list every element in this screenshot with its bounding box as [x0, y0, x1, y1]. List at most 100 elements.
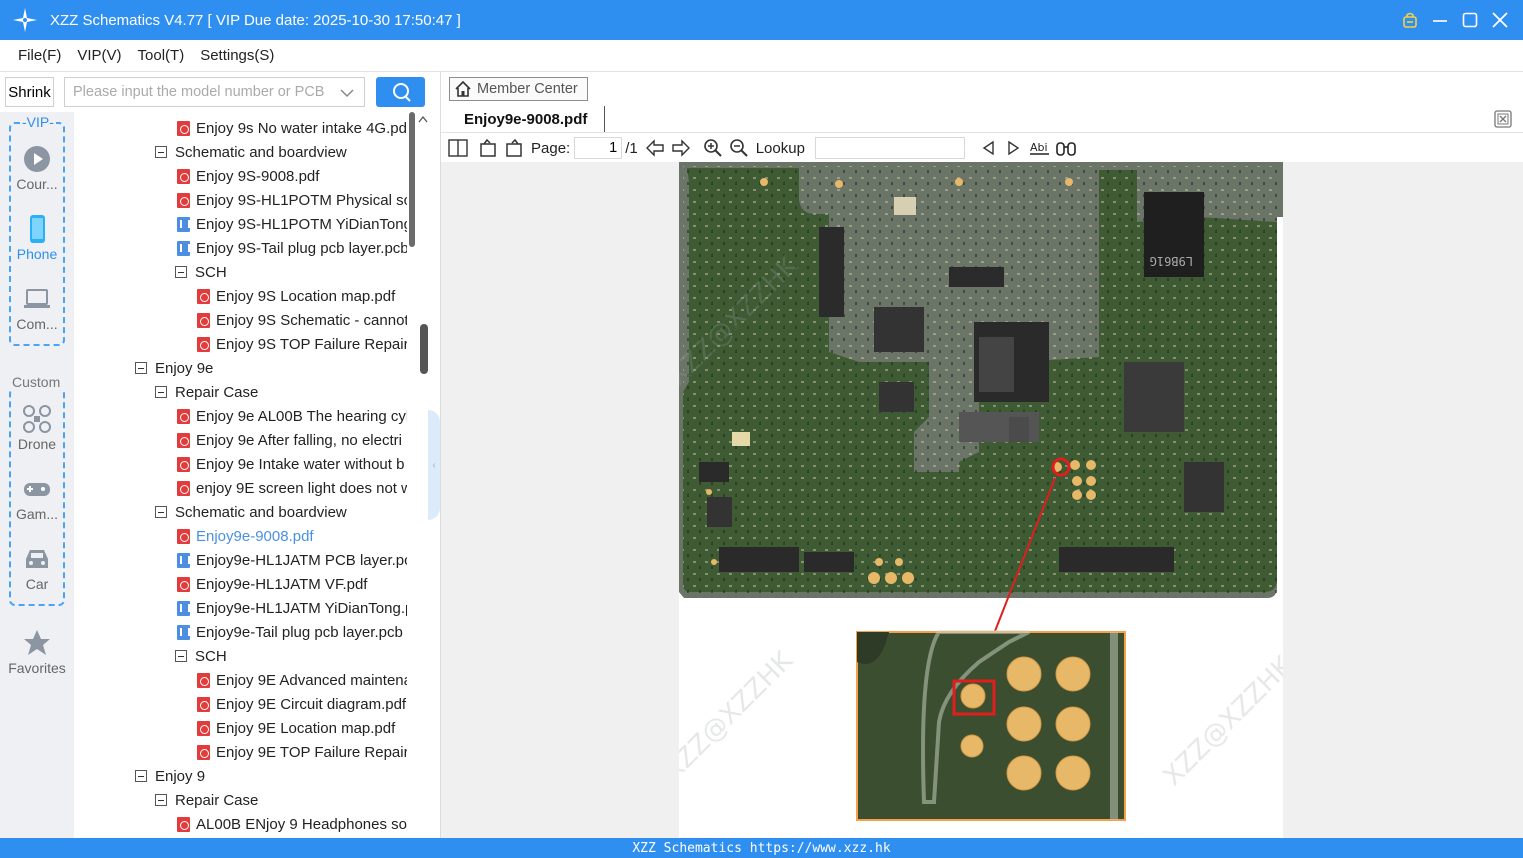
pdf-viewer[interactable]: L9B61G XZZ@XZZHK XZZ@XZZHK XZZ@XZZHK	[441, 162, 1523, 838]
close-button[interactable]	[1491, 11, 1509, 29]
shrink-button[interactable]: Shrink	[5, 77, 54, 107]
rotate-right-icon[interactable]	[501, 136, 527, 160]
file-tree[interactable]: Enjoy 9s No water intake 4G.pdf Schematic…	[75, 112, 407, 838]
chevron-down-icon[interactable]	[340, 86, 354, 102]
tree-file-item[interactable]: Enjoy 9S TOP Failure Repair	[197, 332, 407, 356]
find-prev-icon[interactable]	[975, 136, 1001, 160]
tree-folder-item[interactable]: Enjoy 9	[135, 764, 205, 788]
pdf-file-icon	[177, 816, 190, 832]
collapse-toggle-icon[interactable]	[155, 386, 167, 398]
tree-folder-item[interactable]: Schematic and boardview	[155, 140, 347, 164]
minimize-button[interactable]	[1431, 11, 1449, 29]
tree-file-item[interactable]: Enjoy9e-HL1JATM VF.pdf	[177, 572, 367, 596]
tree-file-item[interactable]: Enjoy9e-9008.pdf	[177, 524, 314, 548]
pcb-file-icon	[177, 240, 190, 256]
rail-item-label: Drone	[17, 436, 57, 452]
pdf-file-icon	[197, 288, 210, 304]
tree-item-label: Enjoy 9	[155, 767, 206, 785]
watermark-text: XZZ@XZZHK	[679, 645, 799, 787]
menu-bar: File(F) VIP(V) Tool(T) Settings(S)	[0, 40, 1523, 72]
zoom-out-icon[interactable]	[726, 136, 752, 160]
pdf-file-icon	[177, 432, 190, 448]
tree-folder-item[interactable]: SCH	[175, 260, 227, 284]
rail-item-game[interactable]: Gam...	[0, 474, 74, 522]
next-page-icon[interactable]	[668, 136, 694, 160]
tree-file-item[interactable]: Enjoy 9S Location map.pdf	[197, 284, 395, 308]
tree-item-label: Enjoy 9e Intake water without b	[196, 455, 405, 473]
tree-file-item[interactable]: Enjoy 9E Advanced maintena	[197, 668, 407, 692]
tree-scroll-thumb[interactable]	[409, 112, 415, 247]
tree-file-item[interactable]: Enjoy 9s No water intake 4G.pdf	[177, 116, 407, 140]
title-bar[interactable]: XZZ Schematics V4.77 [ VIP Due date: 202…	[0, 0, 1523, 40]
collapse-panel-button[interactable]: ‹	[428, 410, 440, 520]
menu-tool[interactable]: Tool(T)	[130, 47, 193, 64]
tree-file-item[interactable]: Enjoy 9S-HL1POTM YiDianTong	[177, 212, 407, 236]
rail-item-label: Favorites	[8, 660, 66, 676]
tree-scrollbar[interactable]	[408, 112, 416, 838]
rotate-left-icon[interactable]	[475, 136, 501, 160]
menu-vip[interactable]: VIP(V)	[69, 47, 129, 64]
tree-folder-item[interactable]: Schematic and boardview	[155, 500, 347, 524]
tree-file-item[interactable]: Enjoy 9e AL00B The hearing cyl	[177, 404, 407, 428]
find-binoculars-icon[interactable]	[1053, 136, 1079, 160]
lookup-input[interactable]	[814, 137, 965, 159]
tree-folder-item[interactable]: Enjoy 9e	[135, 356, 213, 380]
collapse-toggle-icon[interactable]	[155, 146, 167, 158]
maximize-button[interactable]	[1461, 11, 1479, 29]
chip-marking: L9B61G	[1150, 254, 1193, 268]
watermark-text: XZZ@XZZHK	[1158, 650, 1283, 792]
close-tab-button[interactable]	[1494, 110, 1512, 128]
menu-settings[interactable]: Settings(S)	[192, 47, 282, 64]
match-case-icon[interactable]: Abi	[1027, 136, 1053, 160]
search-combobox[interactable]	[64, 77, 365, 107]
rail-item-computer[interactable]: Com...	[0, 284, 74, 332]
collapse-toggle-icon[interactable]	[135, 770, 147, 782]
tree-folder-item[interactable]: SCH	[175, 644, 227, 668]
rail-item-drone[interactable]: Drone	[0, 404, 74, 452]
rail-item-phone[interactable]: Phone	[0, 214, 74, 262]
tree-file-item[interactable]: Enjoy9e-Tail plug pcb layer.pcb	[177, 620, 403, 644]
gamepad-icon	[24, 483, 50, 496]
collapse-toggle-icon[interactable]	[135, 362, 147, 374]
tree-file-item[interactable]: AL00B ENjoy 9 Headphones sou	[177, 812, 407, 836]
scroll-up-icon[interactable]	[418, 112, 428, 126]
tree-file-item[interactable]: Enjoy9e-HL1JATM YiDianTong.p	[177, 596, 407, 620]
collapse-toggle-icon[interactable]	[155, 794, 167, 806]
search-input[interactable]	[73, 84, 333, 100]
tree-file-item[interactable]: Enjoy 9e Intake water without b	[177, 452, 404, 476]
collapse-toggle-icon[interactable]	[175, 650, 187, 662]
menu-file[interactable]: File(F)	[10, 47, 69, 64]
tree-file-item[interactable]: Enjoy 9S-HL1POTM Physical sca	[177, 188, 407, 212]
tree-file-item[interactable]: enjoy 9E screen light does not w	[177, 476, 407, 500]
zoom-in-icon[interactable]	[700, 136, 726, 160]
tree-file-item[interactable]: Enjoy 9S-9008.pdf	[177, 164, 319, 188]
tree-file-item[interactable]: Enjoy 9E Circuit diagram.pdf	[197, 692, 406, 716]
rail-item-car[interactable]: Car	[0, 544, 74, 592]
tab-document[interactable]: Enjoy9e-9008.pdf	[450, 106, 605, 132]
find-next-icon[interactable]	[1001, 136, 1027, 160]
pcb-file-icon	[177, 216, 190, 232]
tree-file-item[interactable]: Enjoy 9S-Tail plug pcb layer.pcb	[177, 236, 407, 260]
lock-icon[interactable]	[1401, 11, 1419, 29]
tree-file-item[interactable]: Enjoy9e-HL1JATM PCB layer.pcl	[177, 548, 407, 572]
rail-item-courses[interactable]: Cour...	[0, 144, 74, 192]
prev-page-icon[interactable]	[642, 136, 668, 160]
sidebar-toggle-icon[interactable]	[445, 136, 471, 160]
pdf-file-icon	[177, 168, 190, 184]
search-button[interactable]	[376, 77, 425, 107]
tree-folder-item[interactable]: Repair Case	[155, 788, 258, 812]
tree-file-item[interactable]: Enjoy 9E TOP Failure Repair (	[197, 740, 407, 764]
rail-item-favorites[interactable]: Favorites	[0, 628, 74, 676]
panel-scroll-thumb[interactable]	[420, 324, 428, 374]
tree-file-item[interactable]: Enjoy 9E Location map.pdf	[197, 716, 395, 740]
tree-item-label: Enjoy 9E Circuit diagram.pdf	[216, 695, 407, 713]
collapse-toggle-icon[interactable]	[175, 266, 187, 278]
collapse-toggle-icon[interactable]	[155, 506, 167, 518]
tree-file-item[interactable]: Enjoy 9S Schematic - cannot	[197, 308, 407, 332]
tree-file-item[interactable]: Enjoy 9e After falling, no electri	[177, 428, 402, 452]
member-center-button[interactable]: Member Center	[449, 77, 588, 101]
tree-folder-item[interactable]: Repair Case	[155, 380, 258, 404]
page-number-input[interactable]	[574, 137, 623, 159]
category-rail: -VIP- Cour... Phone Com... Custom Drone …	[0, 112, 74, 838]
tree-item-label: Enjoy 9e	[155, 359, 214, 377]
